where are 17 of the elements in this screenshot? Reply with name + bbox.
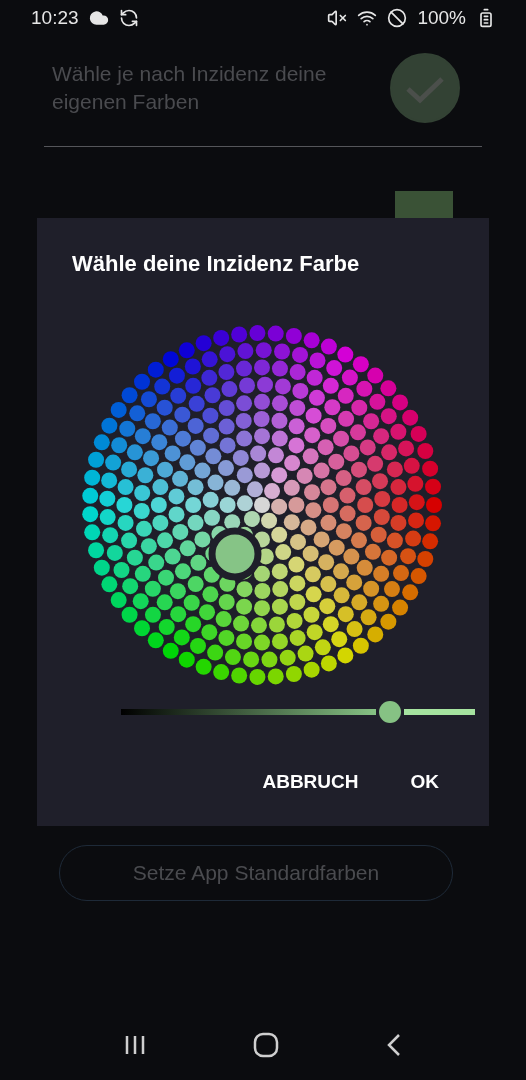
dialog-button[interactable]: OK (410, 771, 439, 793)
battery-percent: 100% (417, 7, 466, 29)
wifi-icon (357, 8, 378, 28)
back-icon[interactable] (386, 1033, 403, 1057)
slider-thumb[interactable] (379, 701, 402, 723)
toggle-label: Wähle je nach Inzidenz deine eigenen Farben (52, 61, 328, 115)
mute-icon (327, 8, 348, 28)
sync-icon (118, 8, 139, 28)
recent-apps-icon[interactable] (123, 1034, 146, 1056)
dialog-button[interactable]: ABBRUCH (262, 771, 359, 793)
check-toggle[interactable] (390, 53, 460, 123)
home-icon[interactable] (253, 1032, 279, 1058)
dialog-title: Wähle deine Inzidenz Farbe (72, 251, 361, 277)
blocked-icon (387, 8, 408, 28)
clock: 10:23 (31, 7, 79, 29)
color-wheel-drawing[interactable] (82, 325, 442, 685)
cloud-icon (88, 8, 109, 28)
